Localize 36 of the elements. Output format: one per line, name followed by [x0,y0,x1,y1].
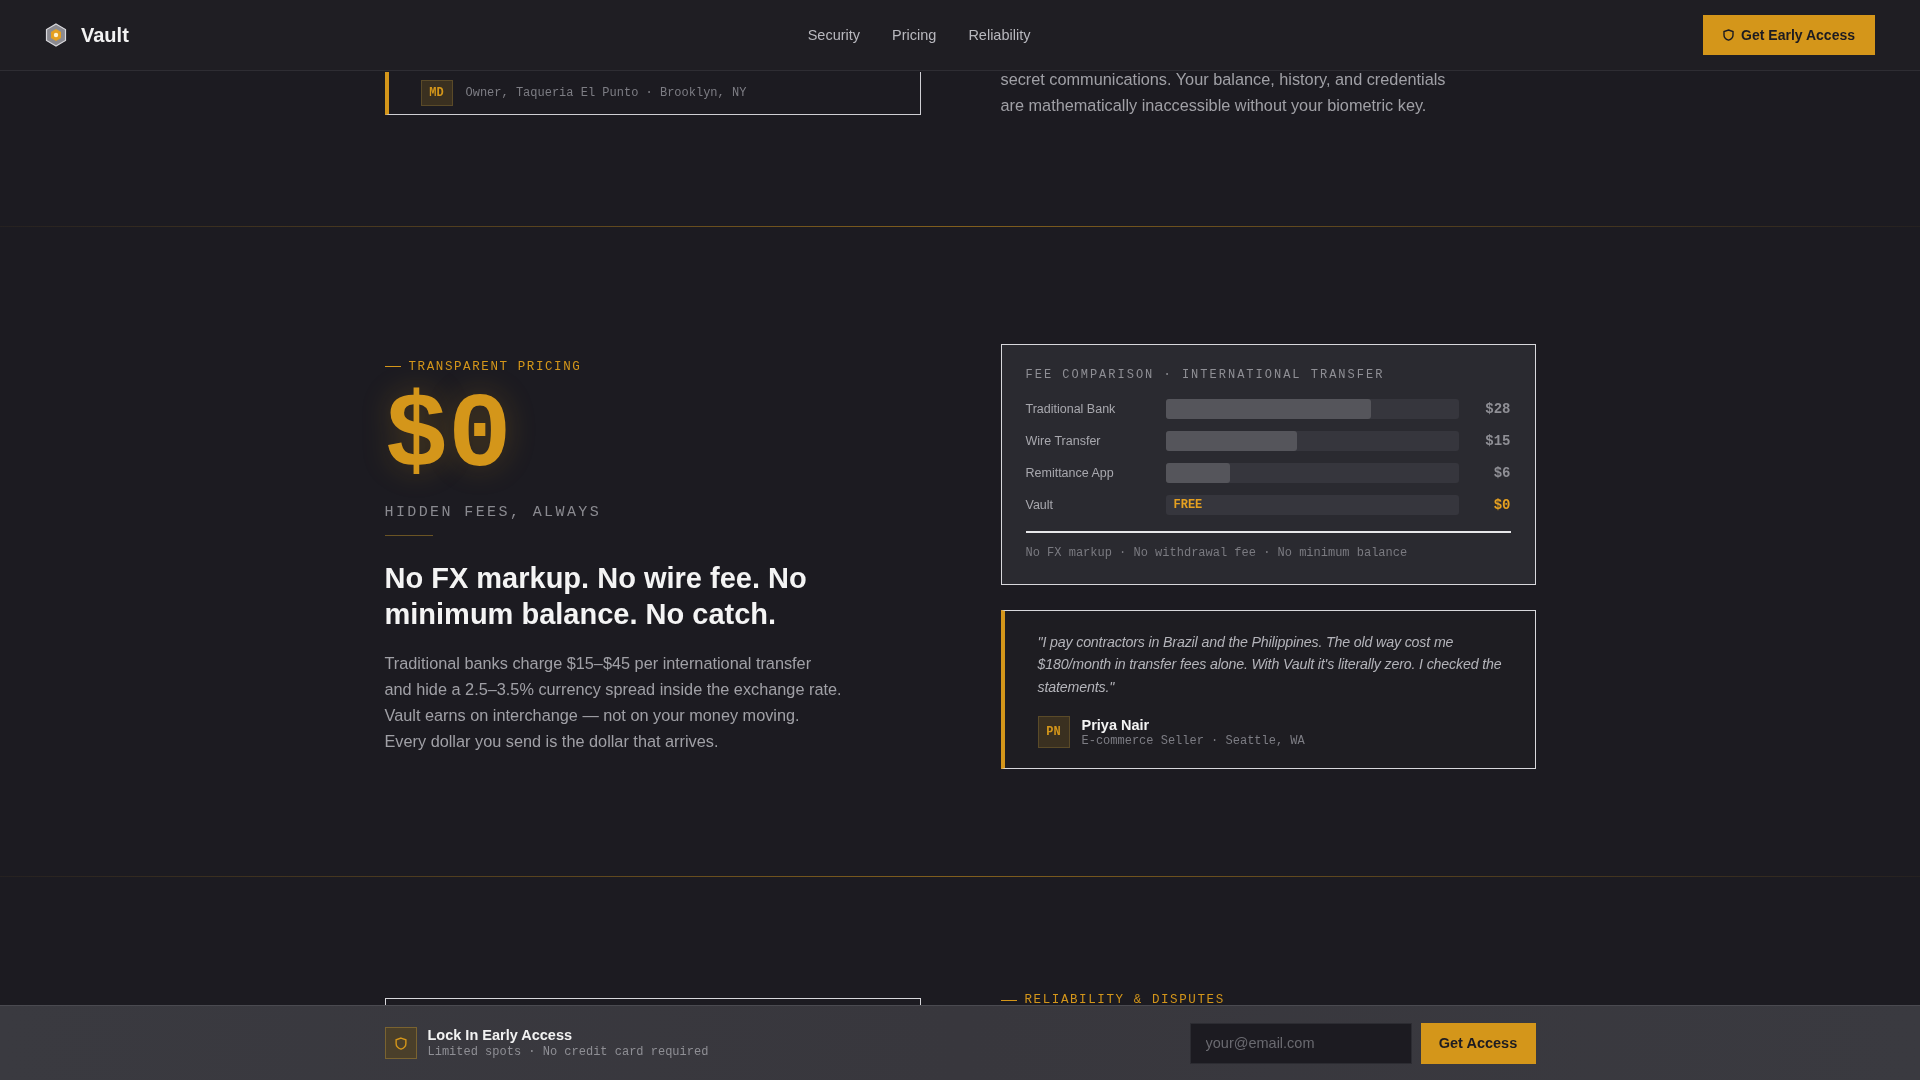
fee-price: $0 [1492,496,1511,513]
author-name: Priya Nair [1081,716,1151,733]
logo-text: Vault [81,23,129,47]
fee-price: $28 [1484,400,1511,417]
nav-link[interactable]: Security [807,27,861,43]
body-text: secret communications. Your balance, history, and credentials are mathematically inaccessible without your biometric key. [1000,69,1447,116]
section-heading: No FX markup. No wire fee. No minimum balance. No catch. [384,560,808,632]
fee-price: $15 [1484,432,1511,449]
fee-label: Remittance App [1025,465,1115,480]
hexagon-logo-icon [45,23,67,47]
shield-icon [1723,29,1735,41]
avatar: MD [420,80,453,106]
card-title: FEE COMPARISON · INTERNATIONAL TRANSFER [1025,367,1386,382]
fee-price: $6 [1492,464,1511,481]
nav-link[interactable]: Reliability [968,27,1031,43]
fee-label: Vault [1025,497,1055,512]
bar-title: Lock In Early Access [427,1027,574,1043]
get-early-access-button[interactable]: Get Early Access [1703,15,1875,55]
section-eyebrow: RELIABILITY & DISPUTES [1024,993,1225,1007]
get-access-button[interactable]: Get Access [1420,1022,1536,1064]
section-eyebrow: TRANSPARENT PRICING [408,359,582,374]
author-role: E-commerce Seller · Seattle, WA [1081,733,1305,748]
big-number: $0 [384,383,513,490]
footnote: No FX markup · No withdrawal fee · No minimum balance [1025,545,1409,560]
email-input[interactable]: your@email.com [1189,1022,1412,1064]
author-role: Owner, Taqueria El Punto · Brooklyn, NY [465,86,747,100]
fee-label: Wire Transfer [1025,433,1102,448]
bar-subtitle: Limited spots · No credit card required [427,1045,709,1059]
quote-text: "I pay contractors in Brazil and the Philippines. The old way cost me $180/month in transfer fees alone. With Vault it's literally zero. I checked the statements." [1037,632,1503,697]
avatar: PN [1037,716,1070,749]
body-text: Traditional banks charge $15–$45 per international transfer and hide a 2.5–3.5% currency spread inside the exchange rate. Vault earns on interchange — not on your money moving. Every dollar you send is the dollar that arrives. [384,652,843,752]
shield-icon [384,1027,417,1059]
subtitle: HIDDEN FEES, ALWAYS [384,503,603,521]
bar-label: FREE [1173,497,1203,512]
nav-link[interactable]: Pricing [892,27,937,43]
fee-label: Traditional Bank [1025,401,1117,416]
